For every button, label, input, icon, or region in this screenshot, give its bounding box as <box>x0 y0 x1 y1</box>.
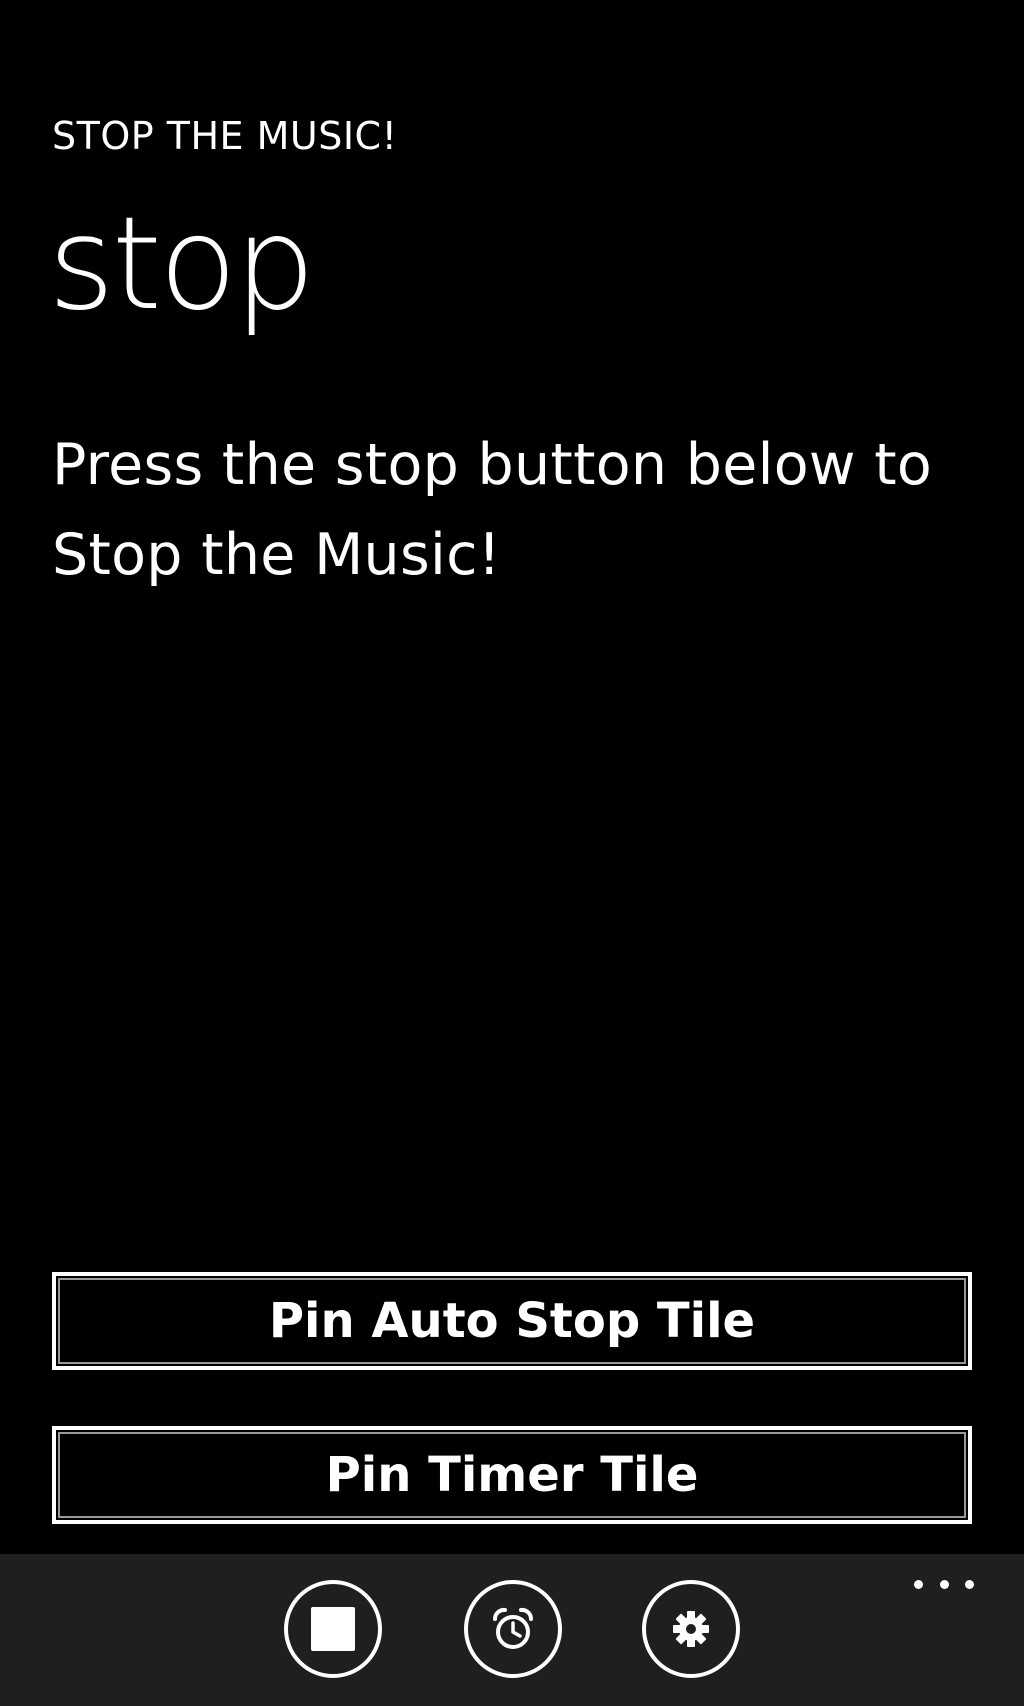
stop-icon <box>311 1607 355 1651</box>
pin-auto-stop-tile-button[interactable]: Pin Auto Stop Tile <box>52 1272 972 1370</box>
settings-button[interactable] <box>642 1580 740 1678</box>
pin-timer-tile-button[interactable]: Pin Timer Tile <box>52 1426 972 1524</box>
more-options-button[interactable] <box>914 1576 974 1592</box>
stop-button[interactable] <box>284 1580 382 1678</box>
instructions-text: Press the stop button below to Stop the … <box>52 432 933 588</box>
more-icon <box>965 1579 974 1589</box>
page-title: stop <box>48 190 315 339</box>
more-icon <box>914 1579 923 1589</box>
more-icon <box>939 1579 949 1589</box>
application-bar <box>0 1554 1024 1706</box>
gear-icon <box>673 1611 709 1647</box>
app-title: STOP THE MUSIC! <box>52 114 398 158</box>
alarm-clock-icon <box>492 1607 534 1649</box>
timer-button[interactable] <box>464 1580 562 1678</box>
